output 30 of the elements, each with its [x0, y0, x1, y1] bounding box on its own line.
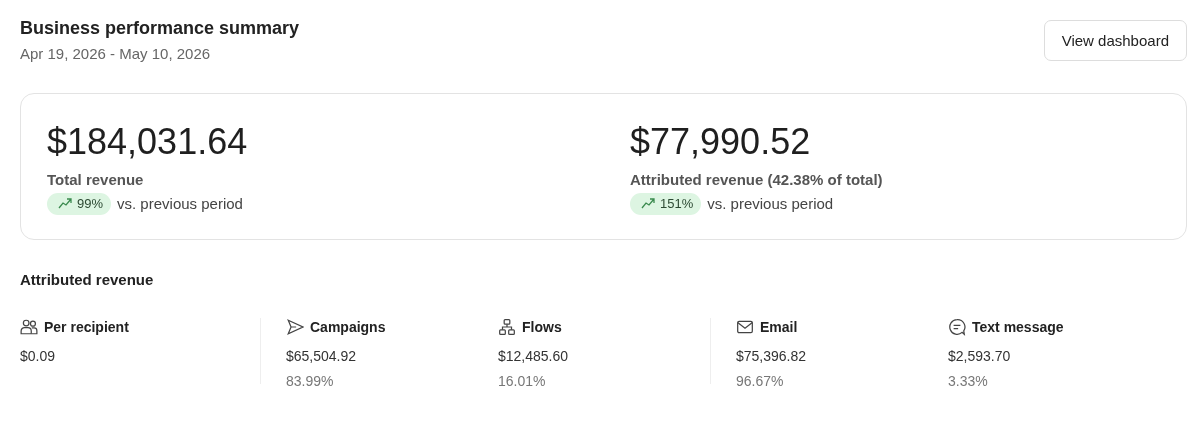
metric-value: $0.09 [20, 347, 57, 364]
flowchart-icon [498, 317, 516, 336]
revenue-label: Total revenue [47, 170, 145, 188]
metric-share: 3.33% [948, 372, 989, 389]
metric-value: $75,396.82 [736, 347, 808, 364]
revenue-amount: $77,990.52 [630, 122, 812, 162]
revenue-amount: $184,031.64 [47, 122, 249, 162]
section-title: Attributed revenue [20, 270, 155, 288]
comparison-text: vs. previous period [707, 195, 834, 213]
view-dashboard-button[interactable]: View dashboard [1043, 20, 1187, 61]
metric-label: Flows [522, 318, 562, 335]
metric-share: 83.99% [286, 372, 335, 389]
metric-share: 16.01% [498, 372, 547, 389]
metric-share: 96.67% [736, 372, 785, 389]
send-icon [286, 317, 304, 336]
change-badge: 99% [47, 192, 112, 215]
comparison-text: vs. previous period [117, 195, 243, 213]
people-icon [20, 317, 38, 336]
change-badge: 151% [630, 192, 702, 215]
metric-label: Text message [972, 318, 1064, 335]
metric-label: Per recipient [44, 318, 129, 335]
chat-bubble-icon [948, 317, 966, 336]
metric-value: $65,504.92 [286, 347, 358, 364]
date-range: Apr 19, 2026 - May 10, 2026 [20, 45, 212, 62]
metric-value: $2,593.70 [948, 347, 1012, 364]
metric-label: Email [760, 318, 798, 335]
page-title: Business performance summary [20, 18, 300, 39]
revenue-label: Attributed revenue (42.38% of total) [630, 170, 884, 188]
metric-value: $12,485.60 [498, 347, 570, 364]
metric-label: Campaigns [310, 318, 386, 335]
